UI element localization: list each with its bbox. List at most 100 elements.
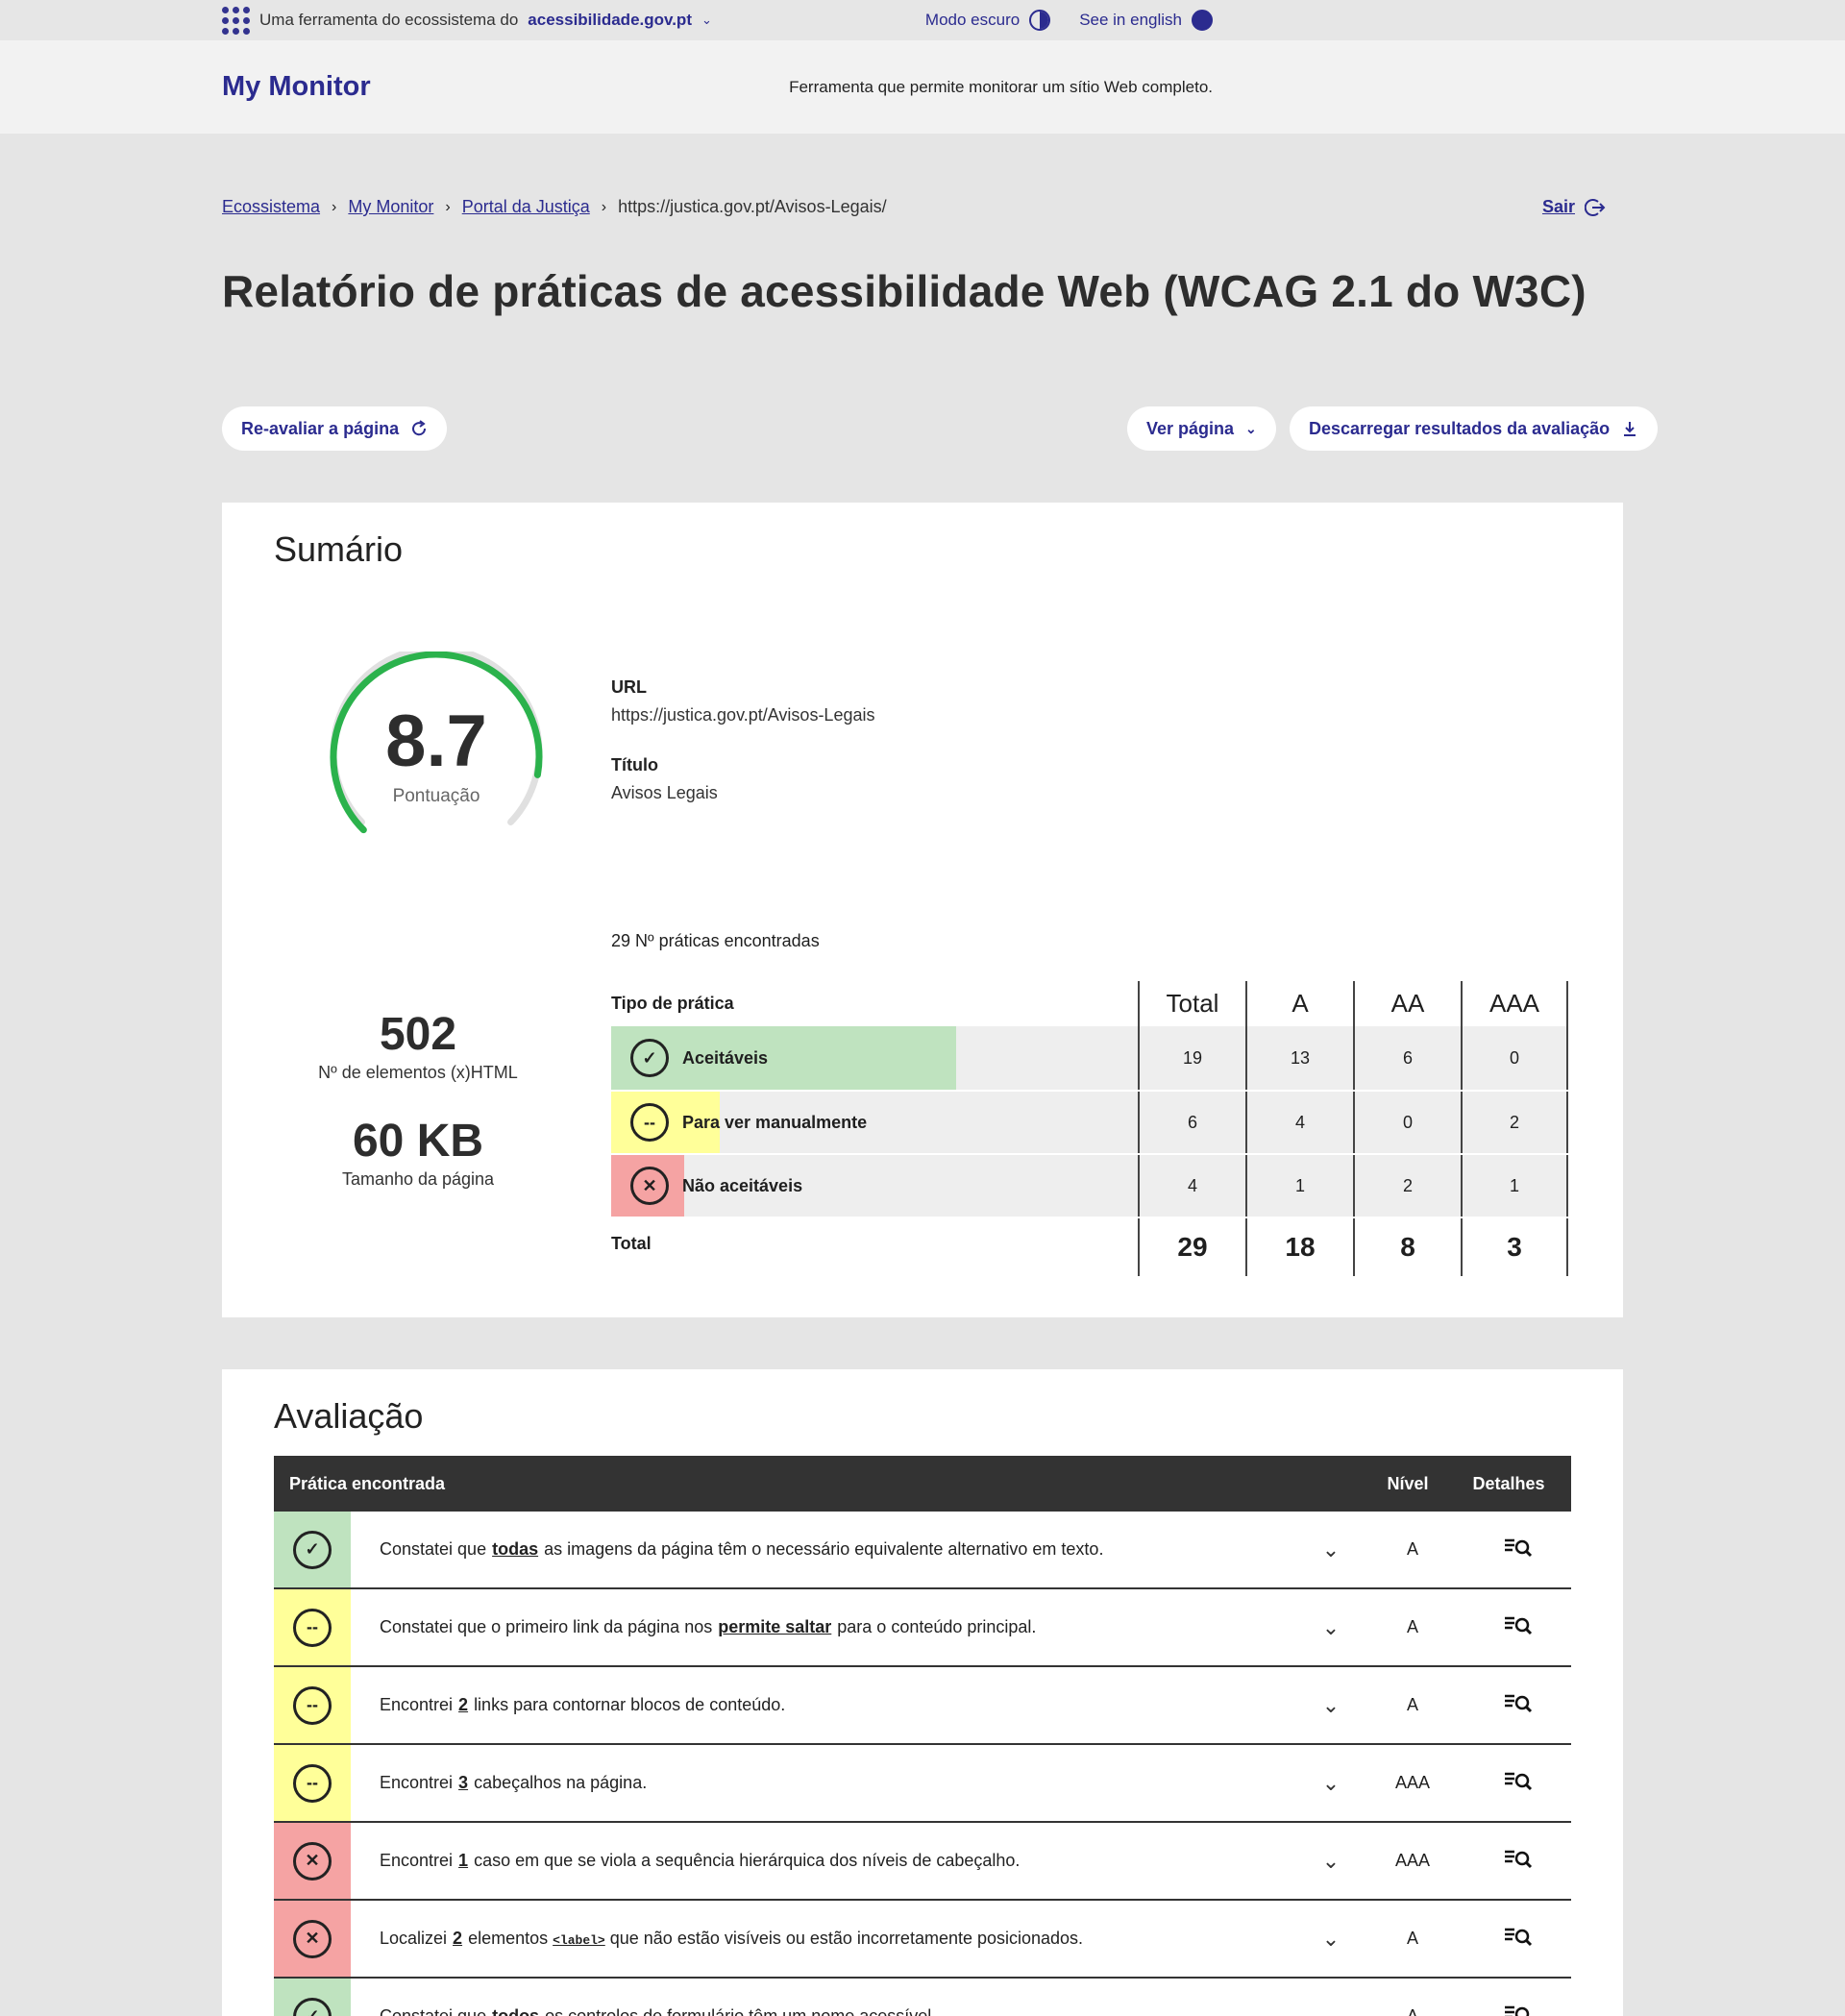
practices-table: Tipo de prática Total A AA AAA ✓ Aceitáv… — [611, 981, 1572, 1276]
status-strip: ✕ — [274, 1901, 351, 1977]
chevron-down-icon: ⌄ — [701, 12, 712, 27]
practice-highlight-link[interactable]: todos — [492, 2006, 539, 2016]
cell: 6 — [1353, 1026, 1461, 1090]
url-info: URL https://justica.gov.pt/Avisos-Legais — [611, 677, 874, 725]
breadcrumb-ecossistema[interactable]: Ecossistema — [222, 197, 320, 217]
details-icon[interactable] — [1465, 1770, 1571, 1797]
row-label: Aceitáveis — [682, 1047, 769, 1068]
status-strip: ✕ — [274, 1823, 351, 1899]
details-icon[interactable] — [1465, 2004, 1571, 2016]
cell: 0 — [1461, 1026, 1568, 1090]
status-strip: ✓ — [274, 1512, 351, 1587]
x-icon: ✕ — [293, 1841, 332, 1881]
col-header-aa: AA — [1353, 981, 1461, 1026]
practice-text-post: links para contornar blocos de conteúdo. — [474, 1695, 786, 1714]
chevron-down-icon[interactable]: ⌄ — [1302, 1537, 1360, 1562]
title-value: Avisos Legais — [611, 783, 718, 802]
x-icon: ✕ — [630, 1167, 669, 1205]
table-row: ✕ Localizei 2 elementos <label> que não est… — [274, 1901, 1571, 1979]
chevron-down-icon: ⌄ — [1245, 420, 1257, 436]
view-page-button[interactable]: Ver página ⌄ — [1127, 406, 1276, 451]
row-label: Para ver manualmente — [682, 1112, 868, 1132]
apps-grid-icon — [222, 6, 250, 35]
url-value: https://justica.gov.pt/Avisos-Legais — [611, 705, 875, 725]
chevron-down-icon[interactable]: ⌄ — [1302, 1771, 1360, 1796]
table-row: -- Encontrei 2 links para contornar blocos … — [274, 1667, 1571, 1745]
minus-icon: -- — [630, 1103, 669, 1142]
row-manual: -- Para ver manualmente 6 4 0 2 — [611, 1090, 1572, 1153]
cell: 13 — [1245, 1026, 1353, 1090]
page-size-stat: 60 KB Tamanho da página — [274, 1115, 562, 1190]
details-icon[interactable] — [1465, 1614, 1571, 1641]
chevron-down-icon[interactable]: ⌄ — [1302, 2004, 1360, 2016]
practice-text: Constatei que o primeiro link da página … — [351, 1617, 1302, 1637]
practice-highlight-link[interactable]: 3 — [458, 1773, 468, 1792]
chevron-down-icon[interactable]: ⌄ — [1302, 1849, 1360, 1874]
chevron-right-icon: › — [445, 198, 451, 215]
practice-highlight-link[interactable]: todas — [492, 1539, 538, 1559]
breadcrumb-portal[interactable]: Portal da Justiça — [462, 197, 590, 217]
practice-highlight-link[interactable]: 1 — [458, 1851, 468, 1870]
page-size-value: 60 KB — [352, 1116, 484, 1167]
logout-link[interactable]: Sair — [1542, 197, 1606, 217]
details-icon[interactable] — [1465, 1926, 1571, 1953]
status-strip: -- — [274, 1589, 351, 1665]
brand-logo[interactable]: My Monitor — [222, 71, 371, 103]
download-icon — [1624, 422, 1636, 436]
top-bar: Uma ferramenta do ecossistema do acessib… — [0, 0, 1845, 40]
chevron-down-icon[interactable]: ⌄ — [1302, 1615, 1360, 1640]
x-icon: ✕ — [293, 1919, 332, 1958]
minus-icon: -- — [293, 1685, 332, 1725]
col-practice: Prática encontrada — [289, 1473, 446, 1493]
reevaluate-button[interactable]: Re-avaliar a página — [222, 406, 448, 451]
status-strip: ✓ — [274, 1979, 351, 2016]
chevron-down-icon[interactable]: ⌄ — [1302, 1927, 1360, 1952]
summary-card: Sumário 8.7 Pontuação URL https://justic… — [222, 503, 1623, 1317]
chevron-right-icon: › — [332, 198, 337, 215]
cell: 4 — [1245, 1092, 1353, 1153]
row-total: Total 29 18 8 3 — [611, 1217, 1572, 1276]
cell: 0 — [1353, 1092, 1461, 1153]
col-header-a: A — [1245, 981, 1353, 1026]
practice-highlight-link[interactable]: 2 — [458, 1695, 468, 1714]
elements-label: Nº de elementos (x)HTML — [318, 1063, 518, 1082]
table-row: ✓ Constatei que todas as imagens da página … — [274, 1512, 1571, 1589]
evaluation-heading: Avaliação — [274, 1396, 424, 1436]
cell: 1 — [1245, 1155, 1353, 1217]
ecosystem-menu[interactable]: Uma ferramenta do ecossistema do acessib… — [222, 6, 712, 35]
details-icon[interactable] — [1465, 1537, 1571, 1563]
score-gauge: 8.7 Pontuação — [326, 645, 547, 844]
row-label: Não aceitáveis — [682, 1175, 803, 1195]
total-cell: 29 — [1138, 1218, 1245, 1276]
practice-text-post: os controlos de formulário têm um nome a… — [545, 2006, 937, 2016]
level-value: A — [1406, 2006, 1418, 2016]
details-icon[interactable] — [1465, 1848, 1571, 1875]
ecosystem-prefix: Uma ferramenta do ecossistema do — [259, 11, 519, 29]
language-toggle[interactable]: See in english — [1079, 10, 1213, 31]
practice-highlight-link[interactable]: permite saltar — [718, 1617, 831, 1636]
total-cell: 18 — [1245, 1218, 1353, 1276]
practice-text-mid: elementos — [468, 1929, 554, 1948]
dark-mode-toggle[interactable]: Modo escuro — [925, 10, 1051, 31]
title-label: Título — [611, 755, 658, 774]
score-value: 8.7 — [385, 701, 487, 782]
practice-highlight-link[interactable]: 2 — [453, 1929, 462, 1948]
details-icon[interactable] — [1465, 1692, 1571, 1719]
breadcrumb-my-monitor[interactable]: My Monitor — [348, 197, 433, 217]
table-row: ✓ Constatei que todos os controlos de formu… — [274, 1979, 1571, 2016]
total-cell: 3 — [1461, 1218, 1568, 1276]
chevron-down-icon[interactable]: ⌄ — [1302, 1693, 1360, 1718]
table-row: -- Constatei que o primeiro link da págin… — [274, 1589, 1571, 1667]
download-button[interactable]: Descarregar resultados da avaliação — [1290, 406, 1659, 451]
practice-text-pre: Constatei que o primeiro link da página … — [380, 1617, 713, 1636]
language-label: See in english — [1079, 11, 1182, 29]
practice-text-post: caso em que se viola a sequência hierárq… — [474, 1851, 1021, 1870]
chevron-right-icon: › — [601, 198, 607, 215]
page-size-label: Tamanho da página — [341, 1169, 495, 1189]
practice-text-post: para o conteúdo principal. — [837, 1617, 1037, 1636]
ecosystem-link[interactable]: acessibilidade.gov.pt — [528, 11, 692, 30]
cell: 19 — [1138, 1026, 1245, 1090]
breadcrumb-current: https://justica.gov.pt/Avisos-Legais/ — [618, 197, 887, 216]
practice-text: Constatei que todas as imagens da página t… — [351, 1539, 1302, 1560]
row-acceptable: ✓ Aceitáveis 19 13 6 0 — [611, 1026, 1572, 1090]
